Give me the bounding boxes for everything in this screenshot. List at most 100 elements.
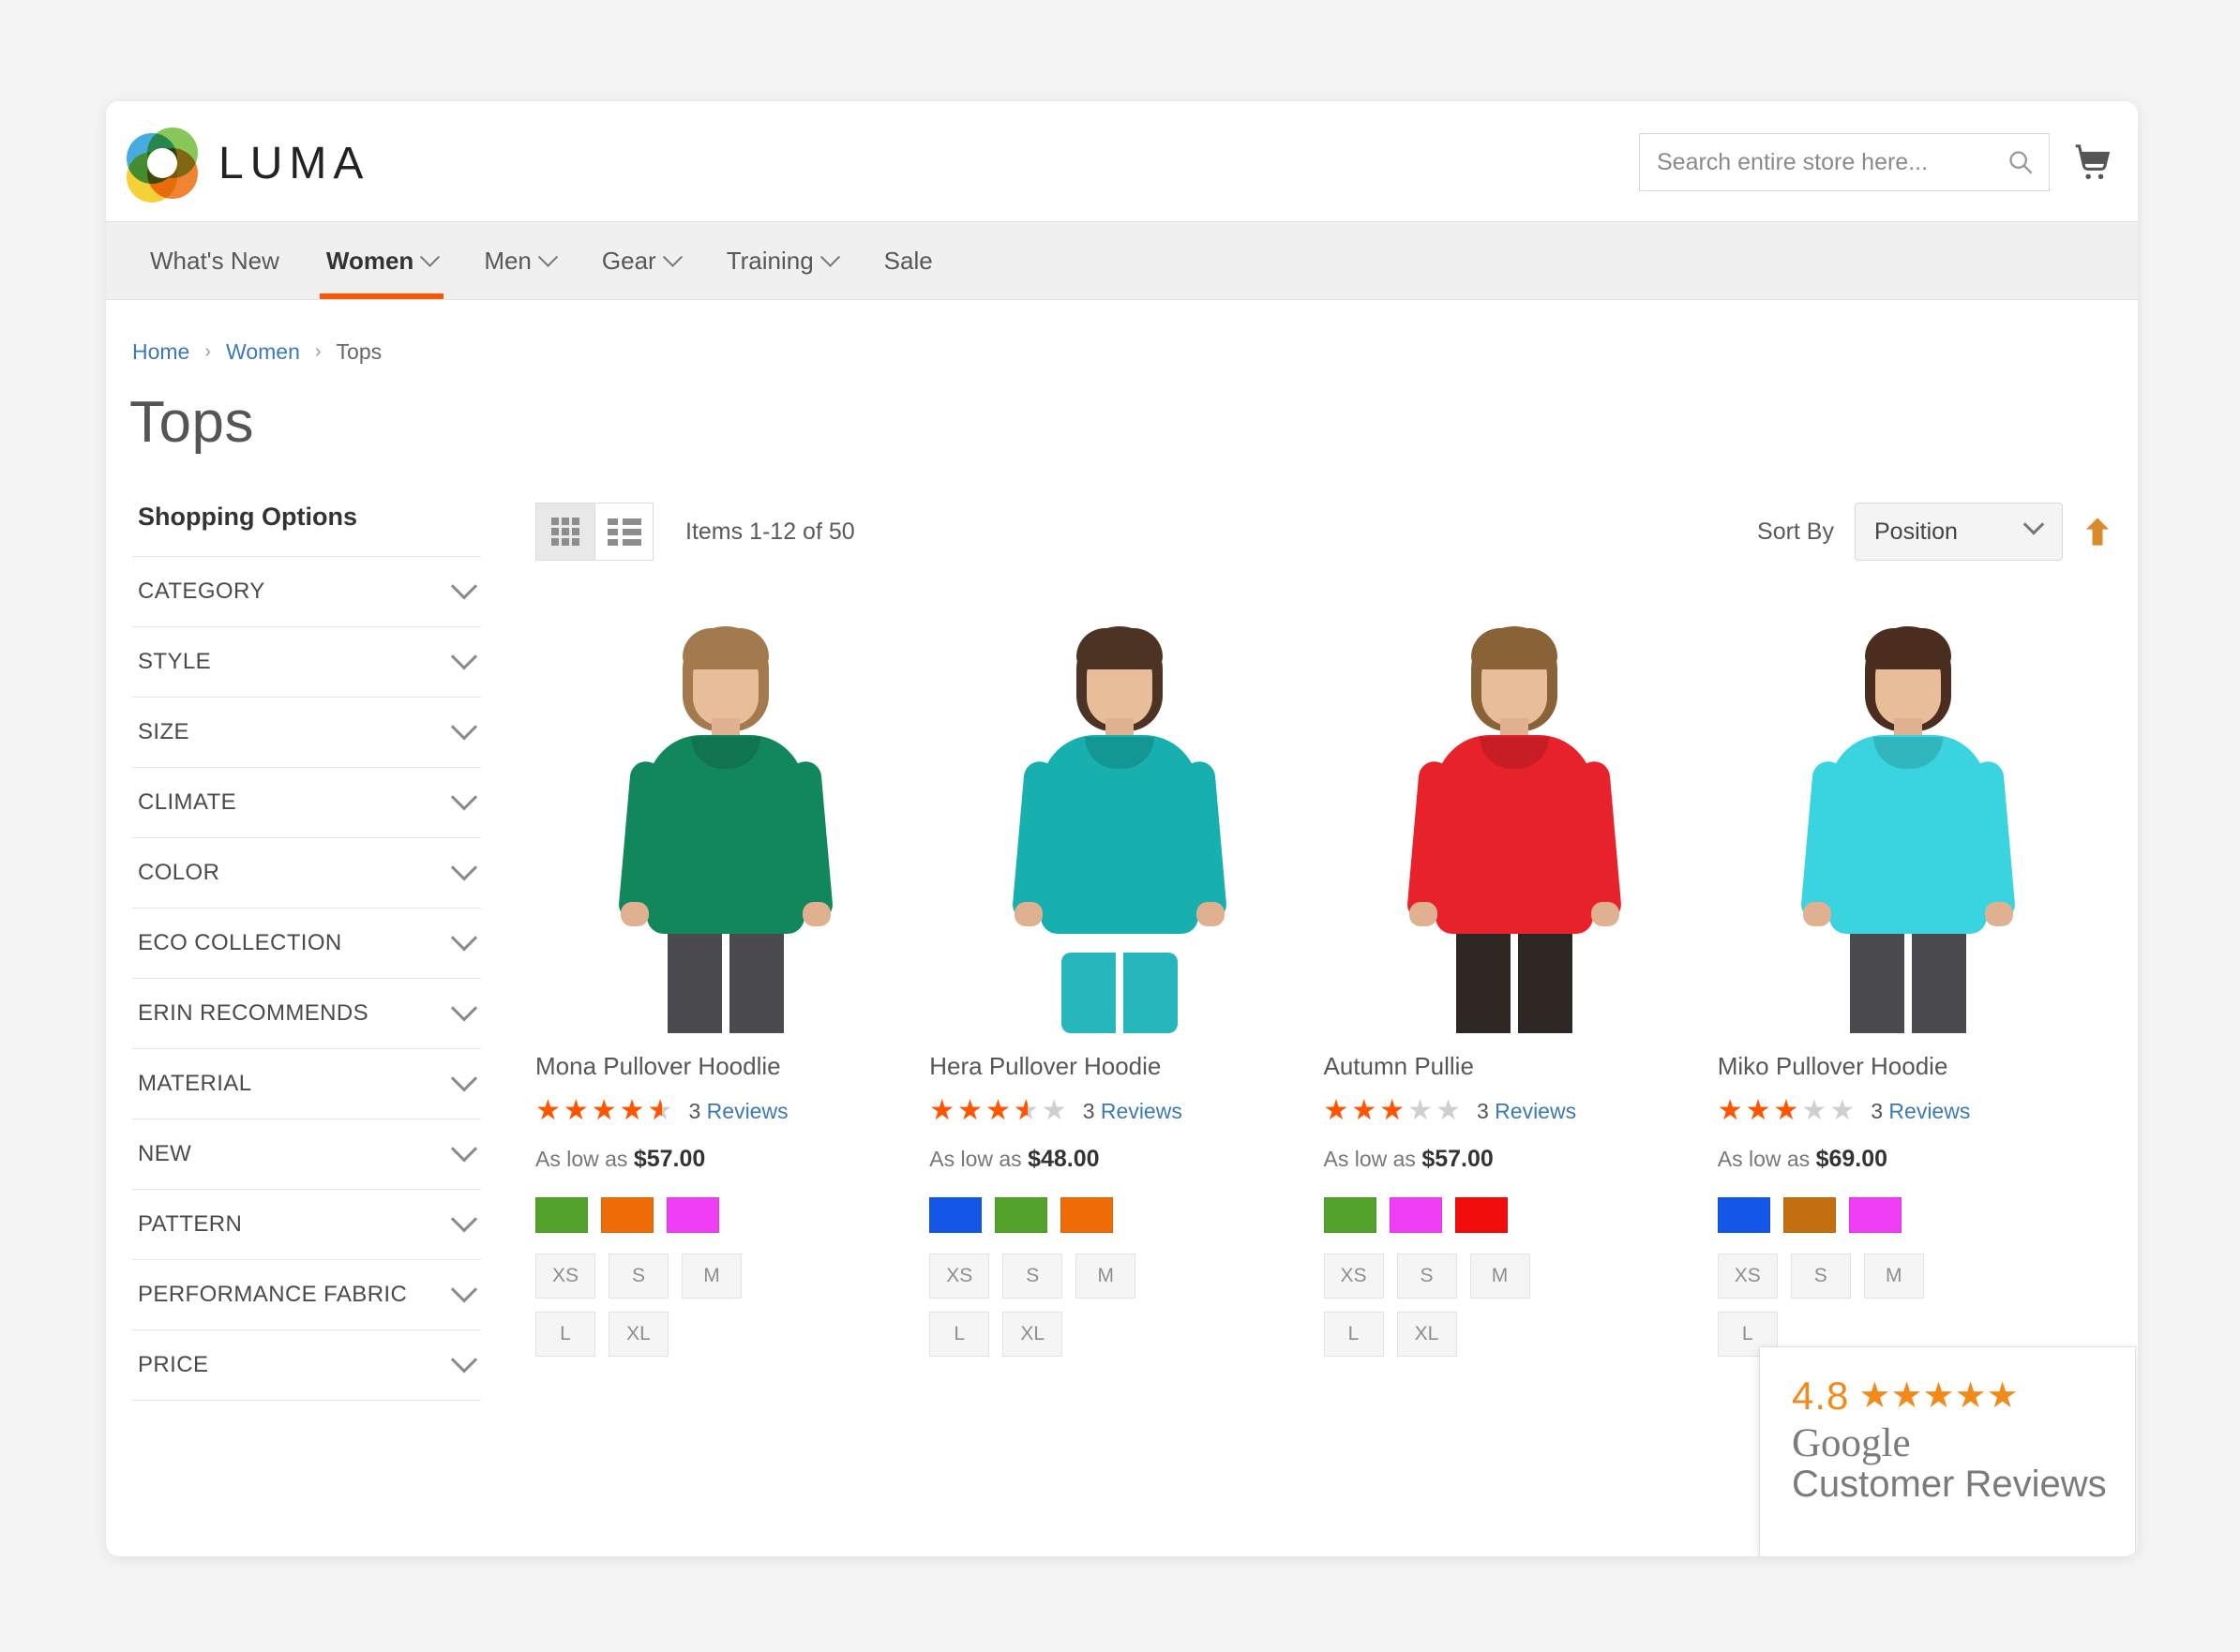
product-name[interactable]: Autumn Pullie	[1324, 1052, 1705, 1081]
reviews-link[interactable]: Reviews	[1495, 1099, 1576, 1123]
reviews-link[interactable]: Reviews	[1101, 1099, 1182, 1123]
grid-view-icon[interactable]	[536, 503, 594, 560]
review-count-value: 3	[1476, 1098, 1489, 1123]
color-swatch[interactable]	[1060, 1197, 1114, 1233]
filter-performance-fabric[interactable]: PERFORMANCE FABRIC	[132, 1259, 481, 1329]
nav-item-women[interactable]: Women	[303, 222, 460, 299]
breadcrumb-separator-icon: ›	[204, 341, 212, 362]
size-option[interactable]: M	[682, 1254, 742, 1299]
size-option[interactable]: XS	[1717, 1254, 1778, 1299]
color-swatch[interactable]	[1323, 1197, 1376, 1233]
filter-erin-recommends[interactable]: ERIN RECOMMENDS	[132, 978, 481, 1048]
color-swatch[interactable]	[1717, 1197, 1770, 1233]
size-option[interactable]: M	[1075, 1254, 1136, 1299]
price-prefix: As low as	[535, 1147, 628, 1171]
size-option[interactable]: XL	[1002, 1312, 1063, 1357]
product-model-illustration	[604, 621, 848, 1033]
color-swatch[interactable]	[535, 1197, 588, 1233]
filter-price[interactable]: PRICE	[132, 1329, 481, 1401]
size-option[interactable]: M	[1863, 1254, 1924, 1299]
nav-item-label: Gear	[601, 246, 656, 275]
color-swatch[interactable]	[1389, 1197, 1442, 1233]
color-swatch[interactable]	[995, 1197, 1048, 1233]
color-swatches	[1323, 1197, 1705, 1233]
color-swatches	[929, 1197, 1310, 1233]
search-icon[interactable]	[2007, 149, 2034, 175]
size-option[interactable]: L	[1323, 1312, 1384, 1357]
product-name[interactable]: Mona Pullover Hoodlie	[535, 1052, 916, 1081]
nav-item-label: Sale	[883, 246, 933, 275]
size-option[interactable]: S	[1396, 1254, 1457, 1299]
list-view-icon[interactable]	[594, 503, 653, 560]
size-option[interactable]: L	[929, 1312, 990, 1357]
product-image[interactable]	[1717, 602, 2098, 1033]
search-input[interactable]	[1640, 134, 2049, 190]
color-swatch[interactable]	[1782, 1197, 1836, 1233]
search-box[interactable]	[1639, 133, 2050, 191]
arrow-up-icon[interactable]	[2083, 516, 2112, 548]
breadcrumb-home[interactable]: Home	[132, 339, 189, 365]
filter-size[interactable]: SIZE	[132, 697, 481, 767]
size-option[interactable]: XS	[929, 1254, 990, 1299]
nav-item-sale[interactable]: Sale	[861, 222, 956, 299]
size-option[interactable]: S	[609, 1254, 669, 1299]
price-value: $48.00	[1028, 1146, 1100, 1172]
site-logo[interactable]: LUMA	[127, 128, 369, 203]
shopping-cart-icon[interactable]	[2070, 141, 2113, 184]
nav-item-label: Training	[726, 246, 814, 275]
size-option[interactable]: XL	[1396, 1312, 1457, 1357]
chevron-down-icon	[450, 713, 478, 741]
product-card: Autumn Pullie ★★★★★★★★★★ 3 Reviews As low a…	[1323, 602, 1718, 1357]
filter-label: CATEGORY	[138, 578, 265, 604]
size-option[interactable]: S	[1790, 1254, 1851, 1299]
nav-item-what-s-new[interactable]: What's New	[127, 222, 303, 299]
color-swatch[interactable]	[929, 1197, 983, 1233]
price-prefix: As low as	[929, 1147, 1022, 1171]
reviews-link[interactable]: Reviews	[707, 1099, 789, 1123]
page-title: Tops	[129, 390, 254, 455]
product-model-illustration	[1392, 621, 1636, 1033]
size-option[interactable]: XS	[1323, 1254, 1384, 1299]
product-image[interactable]	[535, 602, 917, 1033]
filter-label: NEW	[138, 1141, 192, 1166]
filter-category[interactable]: CATEGORY	[132, 556, 481, 626]
filter-pattern[interactable]: PATTERN	[132, 1189, 481, 1259]
nav-item-training[interactable]: Training	[703, 222, 861, 299]
color-swatch[interactable]	[601, 1197, 654, 1233]
product-review-count: 3 Reviews	[1083, 1099, 1182, 1124]
color-swatch[interactable]	[1454, 1197, 1508, 1233]
nav-item-men[interactable]: Men	[460, 222, 579, 299]
nav-item-gear[interactable]: Gear	[579, 222, 703, 299]
reviews-link[interactable]: Reviews	[1888, 1099, 1970, 1123]
sort-by-select[interactable]: Position	[1855, 503, 2063, 561]
product-name[interactable]: Miko Pullover Hoodie	[1718, 1052, 2098, 1081]
color-swatch[interactable]	[1848, 1197, 1902, 1233]
rating-stars-icon: ★★★★★★★★★★	[1323, 1095, 1464, 1126]
item-count: Items 1-12 of 50	[685, 518, 855, 545]
product-image[interactable]	[929, 602, 1311, 1033]
product-rating: ★★★★★★★★★★ 3 Reviews	[1324, 1097, 1705, 1125]
chevron-down-icon	[450, 1135, 478, 1163]
size-option[interactable]: M	[1469, 1254, 1530, 1299]
product-image[interactable]	[1323, 602, 1705, 1033]
breadcrumb-women[interactable]: Women	[226, 339, 300, 365]
chevron-down-icon	[537, 247, 558, 267]
filter-style[interactable]: STYLE	[132, 626, 481, 697]
filter-material[interactable]: MATERIAL	[132, 1048, 481, 1119]
site-header: LUMA	[106, 101, 2138, 221]
product-card: Miko Pullover Hoodie ★★★★★★★★★★ 3 Reviews A…	[1717, 602, 2112, 1357]
size-option[interactable]: L	[535, 1312, 595, 1357]
filter-eco-collection[interactable]: ECO COLLECTION	[132, 908, 481, 978]
header-actions	[1639, 133, 2113, 191]
google-customer-reviews-badge[interactable]: 4.8 ★★★★★ Google Customer Reviews	[1759, 1346, 2136, 1556]
size-option[interactable]: S	[1002, 1254, 1063, 1299]
shopping-options-title: Shopping Options	[138, 503, 357, 531]
filter-color[interactable]: COLOR	[132, 837, 481, 908]
product-name[interactable]: Hera Pullover Hoodie	[929, 1052, 1310, 1081]
product-model-illustration	[1786, 621, 2030, 1033]
color-swatch[interactable]	[667, 1197, 719, 1233]
filter-climate[interactable]: CLIMATE	[132, 767, 481, 837]
filter-new[interactable]: NEW	[132, 1119, 481, 1189]
size-option[interactable]: XS	[535, 1254, 595, 1299]
size-option[interactable]: XL	[609, 1312, 669, 1357]
